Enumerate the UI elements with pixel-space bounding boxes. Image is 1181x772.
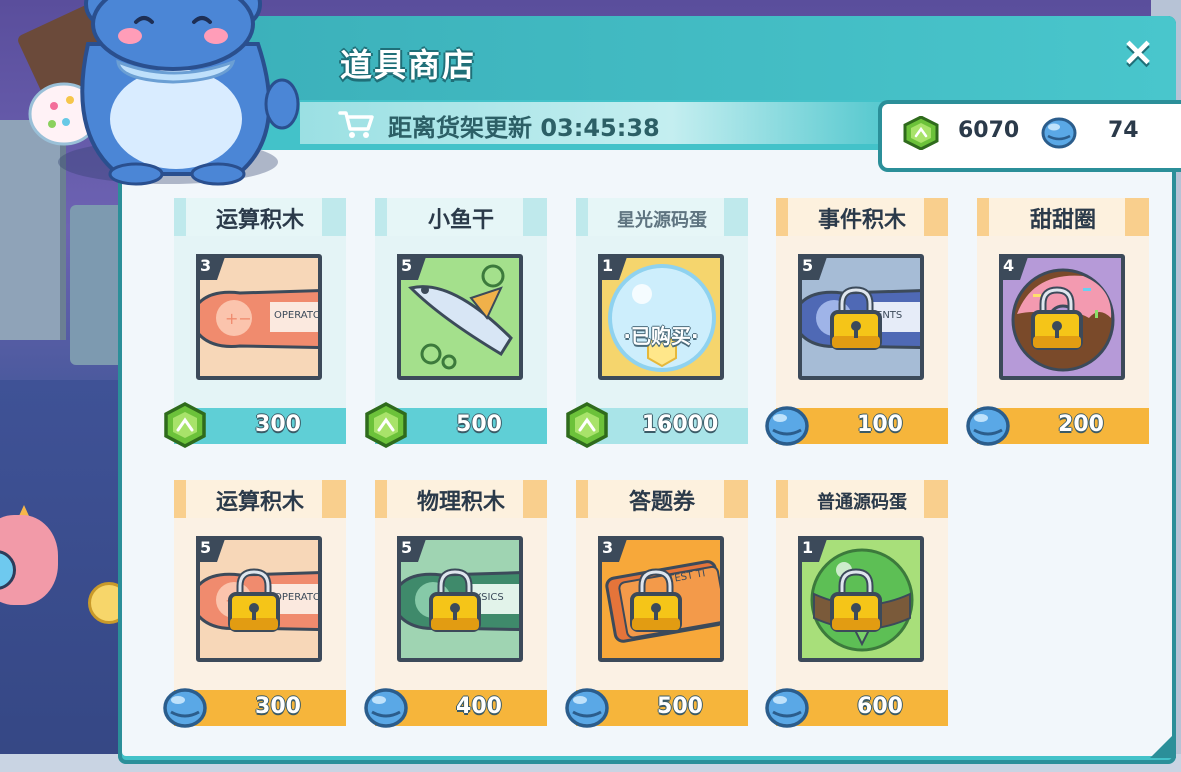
shop-item-card[interactable]: 物理积木 YSICS 5 400 [364, 480, 547, 728]
shop-item-card[interactable]: 星光源码蛋 1 ·已购买· 16000 [566, 198, 748, 448]
lock-icon [1029, 286, 1085, 350]
pink-pet-character [0, 505, 58, 605]
item-name: 小鱼干 [427, 208, 494, 233]
bell-icon [965, 402, 1011, 448]
lock-icon [226, 568, 282, 632]
purchased-label: ·已购买· [623, 324, 699, 348]
item-price: 200 [1058, 412, 1104, 437]
shop-item-card[interactable]: 小鱼干 5 500 [365, 198, 547, 448]
item-name: 普通源码蛋 [817, 492, 907, 513]
refresh-countdown: 距离货架更新 03:45:38 [388, 114, 660, 142]
bell-count: 74 [1108, 118, 1139, 143]
bell-icon [764, 684, 810, 730]
item-name: 星光源码蛋 [617, 210, 707, 231]
item-price: 500 [456, 412, 502, 437]
gem-icon [903, 116, 939, 150]
shop-item-card[interactable]: 运算积木 +− OPERATO 3 300 [164, 198, 346, 448]
shop-item-card[interactable]: 运算积木+−OPERATO5300 [163, 480, 346, 728]
blue-bear-mascot [28, 0, 300, 186]
gem-icon [564, 402, 610, 448]
svg-text:OPERATO: OPERATO [274, 310, 318, 321]
cart-icon [338, 111, 374, 138]
bell-icon [764, 402, 810, 448]
item-name: 物理积木 [416, 490, 505, 515]
shop-item-card[interactable]: 答题券 TEST TI 3 500 [565, 480, 748, 728]
item-price: 100 [857, 412, 903, 437]
bell-icon [363, 684, 409, 730]
item-name: 运算积木 [215, 490, 304, 515]
bell-icon [162, 684, 208, 730]
gem-icon [363, 402, 409, 448]
shop-item-card[interactable]: 甜甜圈 4 200 [966, 198, 1149, 446]
lock-icon [427, 568, 483, 632]
item-price: 400 [456, 694, 502, 719]
item-price: 300 [255, 694, 301, 719]
item-name: 甜甜圈 [1029, 208, 1096, 233]
lock-icon [828, 568, 884, 632]
item-price: 600 [857, 694, 903, 719]
svg-text:+−: +− [225, 309, 252, 328]
close-button[interactable]: × [1116, 30, 1160, 74]
lock-icon [828, 286, 884, 350]
bell-icon [564, 684, 610, 730]
page-title: 道具商店 [340, 46, 477, 84]
shop-item-card[interactable]: 事件积木 ENTS 5 100 [765, 198, 948, 446]
item-price: 300 [255, 412, 301, 437]
lock-icon [628, 568, 684, 632]
item-price: 16000 [641, 412, 719, 437]
item-price: 500 [657, 694, 703, 719]
item-name: 运算积木 [215, 208, 304, 233]
shop-item-card[interactable]: 普通源码蛋 1 600 [765, 480, 948, 728]
item-name: 答题券 [628, 490, 695, 515]
bell-icon [1041, 117, 1077, 149]
gem-icon [162, 402, 208, 448]
item-name: 事件积木 [817, 208, 906, 233]
gem-count: 6070 [958, 118, 1020, 143]
